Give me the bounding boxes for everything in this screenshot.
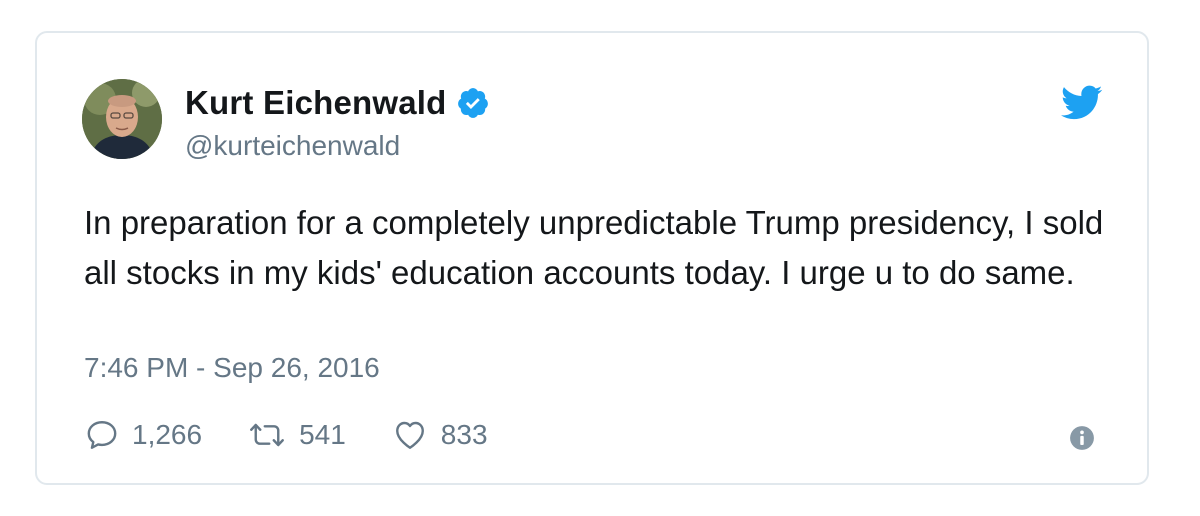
info-icon[interactable] [1069,425,1095,451]
author-handle[interactable]: @kurteichenwald [185,130,400,162]
tweet-actions: 1,266 541 833 [84,413,533,457]
retweet-button[interactable]: 541 [247,417,346,453]
verified-badge-icon [456,86,490,120]
author-row: Kurt Eichenwald [185,81,490,125]
author-display-name[interactable]: Kurt Eichenwald [185,84,447,122]
reply-count: 1,266 [132,419,203,450]
like-count: 833 [440,419,488,450]
retweet-count: 541 [299,419,346,450]
twitter-bird-icon[interactable] [1061,85,1103,121]
like-button[interactable]: 833 [391,417,488,453]
avatar[interactable] [82,79,162,159]
tweet-card: Kurt Eichenwald @kurteichenwald In prepa… [35,31,1149,485]
heart-icon [391,417,429,453]
tweet-text: In preparation for a completely unpredic… [84,204,1104,291]
reply-button[interactable]: 1,266 [84,417,202,453]
retweet-icon [247,417,287,453]
tweet-timestamp[interactable]: 7:46 PM - Sep 26, 2016 [84,352,380,384]
reply-icon [84,417,120,453]
